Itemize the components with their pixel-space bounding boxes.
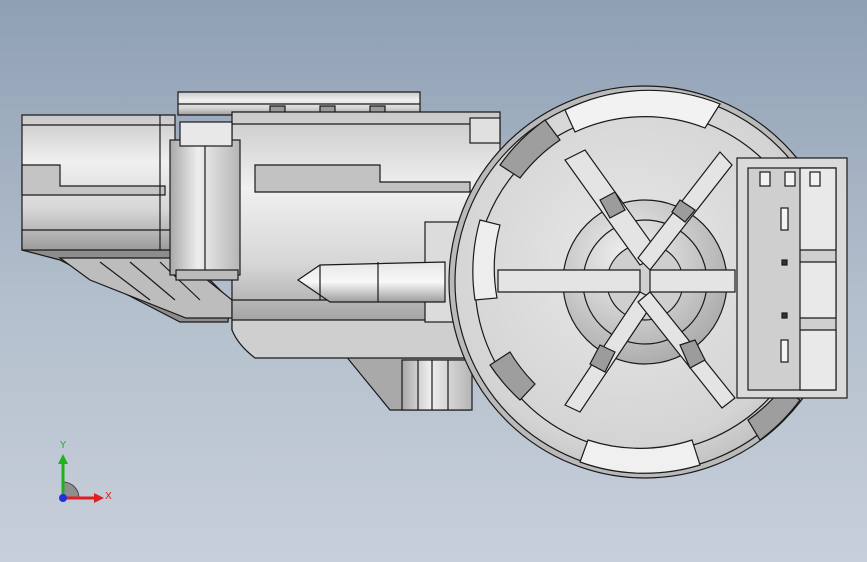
vertical-post	[169, 121, 241, 281]
connector	[736, 157, 848, 399]
cad-viewport[interactable]: Y X	[0, 0, 867, 562]
y-axis-label: Y	[60, 440, 67, 451]
z-axis-dot	[59, 494, 67, 502]
pin	[296, 261, 446, 303]
axis-triad: Y X	[48, 440, 118, 510]
cad-model[interactable]	[0, 0, 867, 562]
x-axis-label: X	[105, 491, 112, 502]
